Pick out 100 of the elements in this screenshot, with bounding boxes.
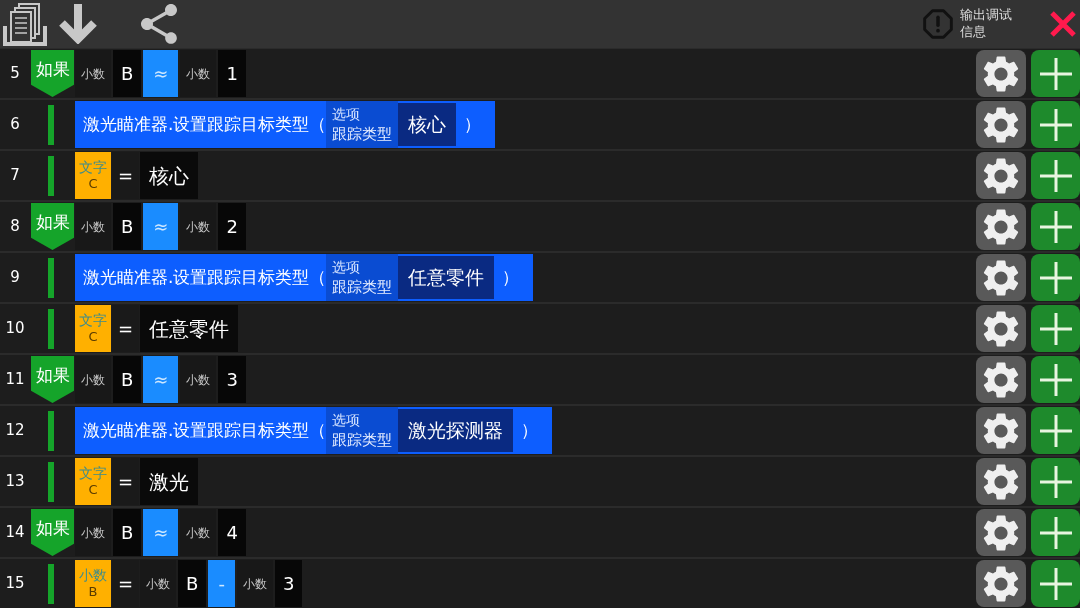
add-button[interactable] [1031,203,1080,250]
param-label: 选项 [332,410,362,430]
plus-icon [1039,108,1072,141]
param-value-field[interactable]: 核心 [398,103,457,146]
plus-icon [1039,516,1072,549]
param-name: 跟踪类型 [332,123,393,145]
value-field[interactable]: 核心 [140,152,199,199]
close-icon[interactable] [1050,11,1076,37]
type-label: 小数 [140,560,177,607]
value-field[interactable]: 任意零件 [140,305,239,352]
add-button[interactable] [1031,560,1080,607]
type-label: 小数 [75,356,111,403]
indent-bar [48,104,54,145]
close-paren: ） [464,112,482,136]
settings-button[interactable] [976,458,1026,505]
call-text: 激光瞄准器.设置跟踪目标类型（ [83,112,327,136]
variable-name: C [88,329,98,347]
value-field[interactable]: 激光 [140,458,199,505]
variable-name: C [88,176,98,194]
plus-icon [1039,57,1072,90]
line-number: 14 [4,522,26,544]
settings-button[interactable] [976,50,1026,97]
line-number: 7 [9,165,21,187]
plus-icon [1039,363,1072,396]
type-label: 小数 [180,509,217,556]
type-label: 小数 [180,356,217,403]
value-field[interactable]: B [113,203,142,250]
value-field[interactable]: B [113,356,142,403]
indent-bar [48,461,54,502]
line-number: 12 [4,420,26,442]
add-button[interactable] [1031,356,1080,403]
plus-icon [1039,567,1072,600]
download-arrow-icon[interactable] [58,4,98,44]
add-button[interactable] [1031,458,1080,505]
param-value-field[interactable]: 激光探测器 [398,409,514,452]
param-label: 选项 [332,257,362,277]
variable-type: 文字 [79,463,107,483]
plus-icon [1039,465,1072,498]
param-name: 跟踪类型 [332,276,393,298]
value-field[interactable]: 3 [218,356,246,403]
type-label: 小数 [75,203,111,250]
indent-bar [48,563,54,604]
add-button[interactable] [1031,101,1080,148]
line-number: 15 [4,573,26,595]
line-number: 6 [9,114,21,136]
call-text: 激光瞄准器.设置跟踪目标类型（ [83,265,327,289]
indent-bar [48,257,54,298]
settings-button[interactable] [976,203,1026,250]
variable-type: 文字 [79,310,107,330]
variable-block[interactable]: 文字 C [75,152,111,199]
settings-button[interactable] [976,407,1026,454]
indent-bar [48,155,54,196]
plus-icon [1039,312,1072,345]
settings-button[interactable] [976,101,1026,148]
type-label: 小数 [180,203,217,250]
variable-block[interactable]: 文字 C [75,458,111,505]
param-value-field[interactable]: 任意零件 [398,256,495,299]
variable-name: B [88,584,98,602]
type-label: 小数 [236,560,273,607]
line-number: 8 [9,216,21,238]
settings-button[interactable] [976,305,1026,352]
copy-pages-icon[interactable] [3,2,47,46]
line-number: 10 [4,318,26,340]
add-button[interactable] [1031,305,1080,352]
line-number: 5 [9,63,21,85]
plus-icon [1039,261,1072,294]
settings-button[interactable] [976,509,1026,556]
add-button[interactable] [1031,50,1080,97]
settings-button[interactable] [976,560,1026,607]
debug-output-button[interactable]: 输出调试信息 [922,7,1018,41]
add-button[interactable] [1031,407,1080,454]
settings-button[interactable] [976,152,1026,199]
value-field[interactable]: 2 [218,203,246,250]
add-button[interactable] [1031,152,1080,199]
variable-type: 文字 [79,157,107,177]
param-label: 选项 [332,104,362,124]
line-number: 9 [9,267,21,289]
close-paren: ） [502,265,520,289]
type-label: 小数 [75,509,111,556]
value-field[interactable]: B [113,50,142,97]
value-field[interactable]: B [178,560,207,607]
value-field[interactable]: B [113,509,142,556]
indent-bar [48,308,54,349]
settings-button[interactable] [976,254,1026,301]
variable-block[interactable]: 小数 B [75,560,111,607]
type-label: 小数 [75,50,111,97]
plus-icon [1039,414,1072,447]
value-field[interactable]: 1 [218,50,246,97]
variable-block[interactable]: 文字 C [75,305,111,352]
value-field[interactable]: 4 [218,509,246,556]
plus-icon [1039,210,1072,243]
close-paren: ） [521,418,539,442]
alert-octagon-icon [922,8,954,40]
add-button[interactable] [1031,509,1080,556]
value-field[interactable]: 3 [274,560,303,607]
variable-type: 小数 [79,565,107,585]
type-label: 小数 [180,50,217,97]
add-button[interactable] [1031,254,1080,301]
line-number: 13 [4,471,26,493]
settings-button[interactable] [976,356,1026,403]
